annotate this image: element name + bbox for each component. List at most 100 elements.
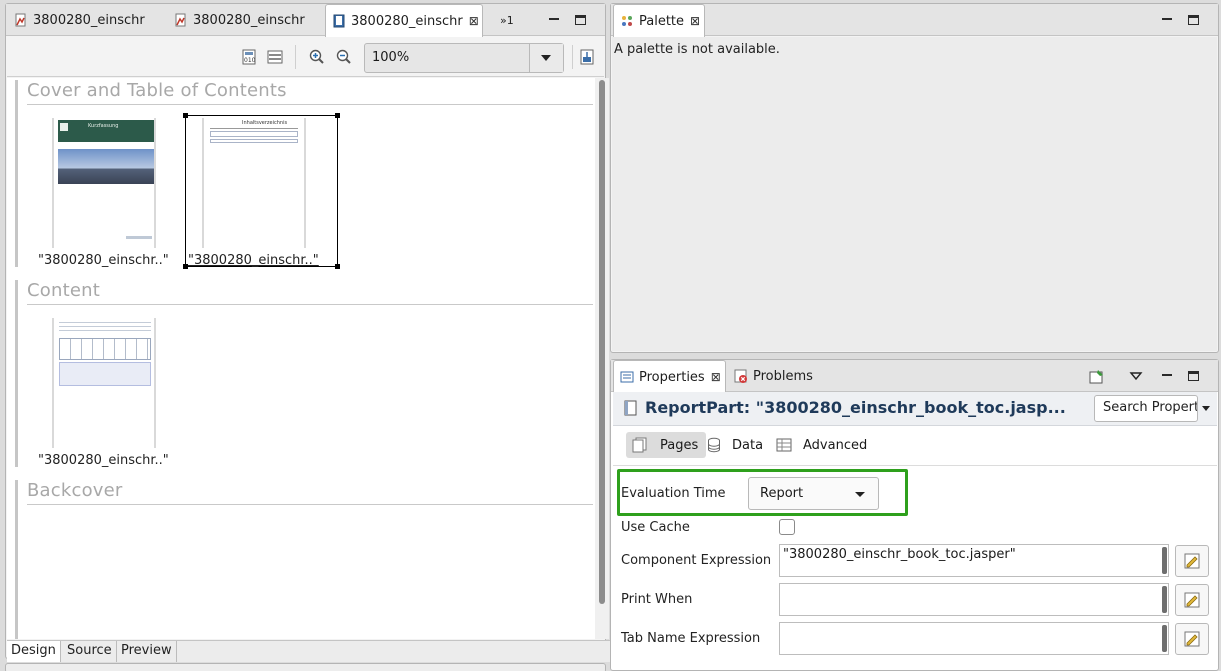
content-page-thumbnail[interactable] <box>52 318 156 448</box>
tab-preview[interactable]: Preview <box>117 641 177 662</box>
advanced-icon <box>776 437 792 453</box>
jasper-file-icon <box>174 13 188 27</box>
editor-tab-overflow[interactable]: »1 <box>494 4 524 36</box>
editor-tab-3[interactable]: 3800280_einschr ⊠ <box>325 4 483 37</box>
component-expression-value: "3800280_einschr_book_toc.jasper" <box>783 547 1016 562</box>
use-cache-checkbox[interactable] <box>779 519 795 535</box>
print-when-label: Print When <box>621 592 693 607</box>
chevron-down-icon <box>855 492 865 497</box>
properties-header: ReportPart: "3800280_einschr_book_toc.ja… <box>623 398 1066 417</box>
section-title: Backcover <box>27 480 123 501</box>
editor-tabstrip: 3800280_einschr 3800280_einschr 3800280_… <box>6 4 605 37</box>
section-divider <box>27 504 593 505</box>
palette-icon <box>620 14 634 28</box>
toc-caption: "3800280_einschr.." <box>188 253 319 268</box>
scrollbar-thumb[interactable] <box>599 80 605 604</box>
maximize-icon[interactable] <box>1187 13 1201 27</box>
section-divider <box>27 104 593 105</box>
binary-view-icon[interactable]: 010 <box>241 49 257 65</box>
toolbar-separator <box>572 45 573 69</box>
section-divider <box>27 304 593 305</box>
palette-content: A palette is not available. <box>612 37 1217 351</box>
maximize-icon[interactable] <box>1187 369 1201 383</box>
palette-panel: Palette ⊠ A palette is not available. <box>610 3 1219 353</box>
cover-caption: "3800280_einschr.." <box>38 253 169 268</box>
pages-icon <box>632 437 648 453</box>
section-backcover: Backcover <box>15 480 593 639</box>
tab-source[interactable]: Source <box>63 641 117 662</box>
minimize-icon[interactable] <box>1160 13 1174 27</box>
properties-tab-label: Properties <box>639 369 705 385</box>
zoom-out-icon[interactable] <box>336 49 352 65</box>
editor-tab-3-label: 3800280_einschr <box>351 13 463 29</box>
subtab-data-label: Data <box>732 437 764 453</box>
subtab-advanced-label: Advanced <box>803 437 868 453</box>
close-icon[interactable]: ⊠ <box>711 370 721 384</box>
book-file-icon <box>332 14 346 28</box>
print-when-field[interactable] <box>779 583 1169 616</box>
minimize-icon[interactable] <box>547 13 561 27</box>
evaluation-time-select[interactable]: Report <box>748 477 879 510</box>
pin-editor-icon[interactable] <box>1089 369 1103 384</box>
expression-editor-icon <box>1184 553 1200 569</box>
evaluation-time-label: Evaluation Time <box>621 486 726 501</box>
component-expression-editor-button[interactable] <box>1175 545 1209 577</box>
content-caption: "3800280_einschr.." <box>38 453 169 468</box>
tab-name-expression-editor-button[interactable] <box>1175 623 1209 655</box>
section-title: Cover and Table of Contents <box>27 80 287 101</box>
editor-tab-2[interactable]: 3800280_einschr <box>168 4 323 36</box>
minimize-icon[interactable] <box>1160 369 1174 383</box>
tab-problems[interactable]: Problems <box>728 360 828 392</box>
subtab-pages[interactable]: Pages <box>626 432 707 458</box>
problems-tab-label: Problems <box>753 368 813 384</box>
evaluation-time-value: Report <box>760 486 804 501</box>
subtab-divider <box>613 465 1217 466</box>
section-content: Content "3800280_einschr.." <box>15 280 593 468</box>
zoom-combo[interactable]: 100% <box>364 43 564 73</box>
close-icon[interactable]: ⊠ <box>469 14 479 28</box>
layout-view-icon[interactable] <box>267 49 283 65</box>
tab-properties[interactable]: Properties ⊠ <box>613 360 726 393</box>
field-scrollbar[interactable] <box>1162 586 1167 613</box>
use-cache-label: Use Cache <box>621 520 690 535</box>
palette-tabstrip: Palette ⊠ <box>611 4 1218 37</box>
editor-bottom-tabs: Design Source Preview <box>7 640 610 662</box>
svg-text:010: 010 <box>244 57 256 64</box>
section-cover: Cover and Table of Contents Kurzfassung … <box>15 80 593 269</box>
tab-palette[interactable]: Palette ⊠ <box>613 4 705 37</box>
field-scrollbar[interactable] <box>1162 625 1167 652</box>
subtab-advanced[interactable]: Advanced <box>776 432 867 458</box>
subtab-data[interactable]: Data <box>706 432 763 458</box>
maximize-icon[interactable] <box>574 13 588 27</box>
vertical-scrollbar[interactable] <box>595 78 609 639</box>
editor-tab-1[interactable]: 3800280_einschr <box>8 4 163 36</box>
zoom-value: 100% <box>372 50 410 65</box>
report-part-icon <box>623 400 639 416</box>
cover-page-thumbnail[interactable]: Kurzfassung <box>52 118 156 248</box>
overflow-label: »1 <box>500 13 514 27</box>
database-icon <box>706 437 722 453</box>
component-expression-field[interactable]: "3800280_einschr_book_toc.jasper" <box>779 544 1169 577</box>
field-scrollbar[interactable] <box>1162 547 1167 574</box>
tab-design[interactable]: Design <box>7 641 61 662</box>
tab-name-expression-field[interactable] <box>779 622 1169 655</box>
book-design-canvas[interactable]: Cover and Table of Contents Kurzfassung … <box>7 78 609 639</box>
zoom-dropdown-button[interactable] <box>529 44 563 72</box>
close-icon[interactable]: ⊠ <box>690 14 700 28</box>
palette-tab-label: Palette <box>639 13 685 29</box>
section-title: Content <box>27 280 100 301</box>
search-dropdown-icon[interactable] <box>1200 395 1214 422</box>
properties-header-title: ReportPart: "3800280_einschr_book_toc.ja… <box>645 398 1066 417</box>
editor-tab-2-label: 3800280_einschr <box>193 12 305 28</box>
print-when-editor-button[interactable] <box>1175 584 1209 616</box>
export-icon[interactable] <box>579 49 595 65</box>
search-properties-input[interactable]: Search Properties <box>1094 395 1198 422</box>
jasper-file-icon <box>14 13 28 27</box>
cover-thumbnail-text: Kurzfassung <box>88 123 119 129</box>
lower-panel-edge <box>5 663 606 671</box>
palette-message: A palette is not available. <box>614 42 780 57</box>
toolbar-separator <box>295 45 296 69</box>
zoom-in-icon[interactable] <box>309 49 325 65</box>
editor-toolbar: 010 100% <box>7 37 604 77</box>
view-menu-icon[interactable] <box>1129 369 1143 383</box>
